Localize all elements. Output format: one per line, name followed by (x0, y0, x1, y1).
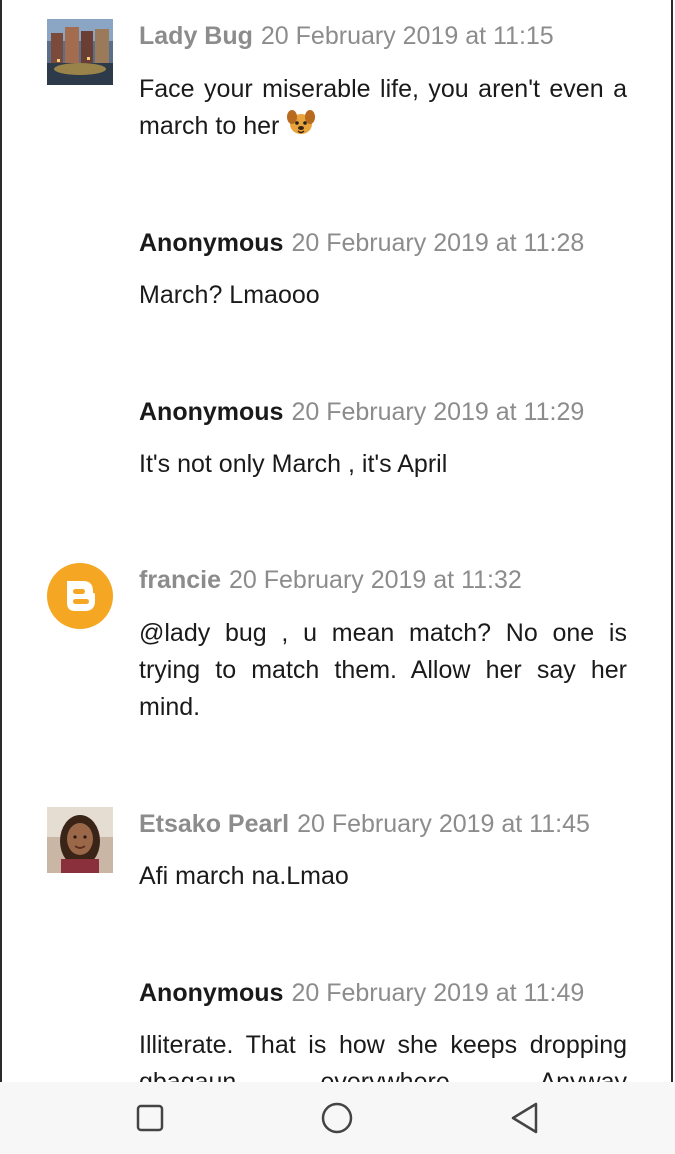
comment-timestamp[interactable]: 20 February 2019 at 11:45 (297, 810, 590, 838)
recents-square-icon (136, 1104, 164, 1132)
comments-thread: Lady Bug 20 February 2019 at 11:15 Face y… (0, 0, 673, 1082)
comment-text: Face your miserable life, you aren't eve… (139, 75, 627, 140)
comment-header: Etsako Pearl 20 February 2019 at 11:45 (139, 807, 631, 841)
comment-header: Anonymous 20 February 2019 at 11:28 (139, 226, 631, 260)
comment-author[interactable]: Lady Bug (139, 22, 253, 50)
avatar[interactable] (47, 563, 113, 629)
comment-body: Illiterate. That is how she keeps droppi… (139, 1027, 627, 1082)
comment-header: Anonymous 20 February 2019 at 11:49 (139, 976, 631, 1010)
comment-timestamp[interactable]: 20 February 2019 at 11:15 (261, 22, 554, 50)
blogger-logo-icon (47, 563, 113, 629)
dog-face-emoji-icon (286, 109, 316, 148)
comment-text: March? Lmaooo (139, 281, 320, 309)
avatar-image (47, 807, 113, 873)
comment-text: @lady bug , u mean match? No one is tryi… (139, 619, 627, 721)
comment-body: Afi march na.Lmao (139, 858, 627, 895)
back-button[interactable] (502, 1096, 546, 1140)
avatar-image (47, 19, 113, 85)
system-navigation-bar (0, 1082, 675, 1154)
avatar[interactable] (47, 807, 113, 873)
home-button[interactable] (315, 1096, 359, 1140)
comment-timestamp[interactable]: 20 February 2019 at 11:29 (291, 398, 584, 426)
avatar[interactable] (47, 19, 113, 85)
comment-body: @lady bug , u mean match? No one is tryi… (139, 615, 627, 726)
comment-header: Anonymous 20 February 2019 at 11:29 (139, 395, 631, 429)
comment-text: It's not only March , it's April (139, 450, 448, 478)
comment-timestamp[interactable]: 20 February 2019 at 11:32 (229, 566, 522, 594)
home-circle-icon (321, 1102, 353, 1134)
comment-header: francie 20 February 2019 at 11:32 (139, 563, 631, 597)
comment-author: Anonymous (139, 979, 284, 1007)
comment-body: March? Lmaooo (139, 277, 627, 314)
comment-text: Illiterate. That is how she keeps droppi… (139, 1031, 627, 1082)
comment-author: Anonymous (139, 398, 284, 426)
comment-author: Anonymous (139, 229, 284, 257)
comment-author[interactable]: francie (139, 566, 221, 594)
comment-body: Face your miserable life, you aren't eve… (139, 71, 627, 148)
comment-body: It's not only March , it's April (139, 446, 627, 483)
comment-author[interactable]: Etsako Pearl (139, 810, 289, 838)
comment-timestamp[interactable]: 20 February 2019 at 11:28 (291, 229, 584, 257)
comment-timestamp[interactable]: 20 February 2019 at 11:49 (291, 979, 584, 1007)
recents-button[interactable] (128, 1096, 172, 1140)
back-triangle-icon (511, 1102, 538, 1134)
comment-text: Afi march na.Lmao (139, 862, 349, 890)
comment-header: Lady Bug 20 February 2019 at 11:15 (139, 19, 631, 53)
